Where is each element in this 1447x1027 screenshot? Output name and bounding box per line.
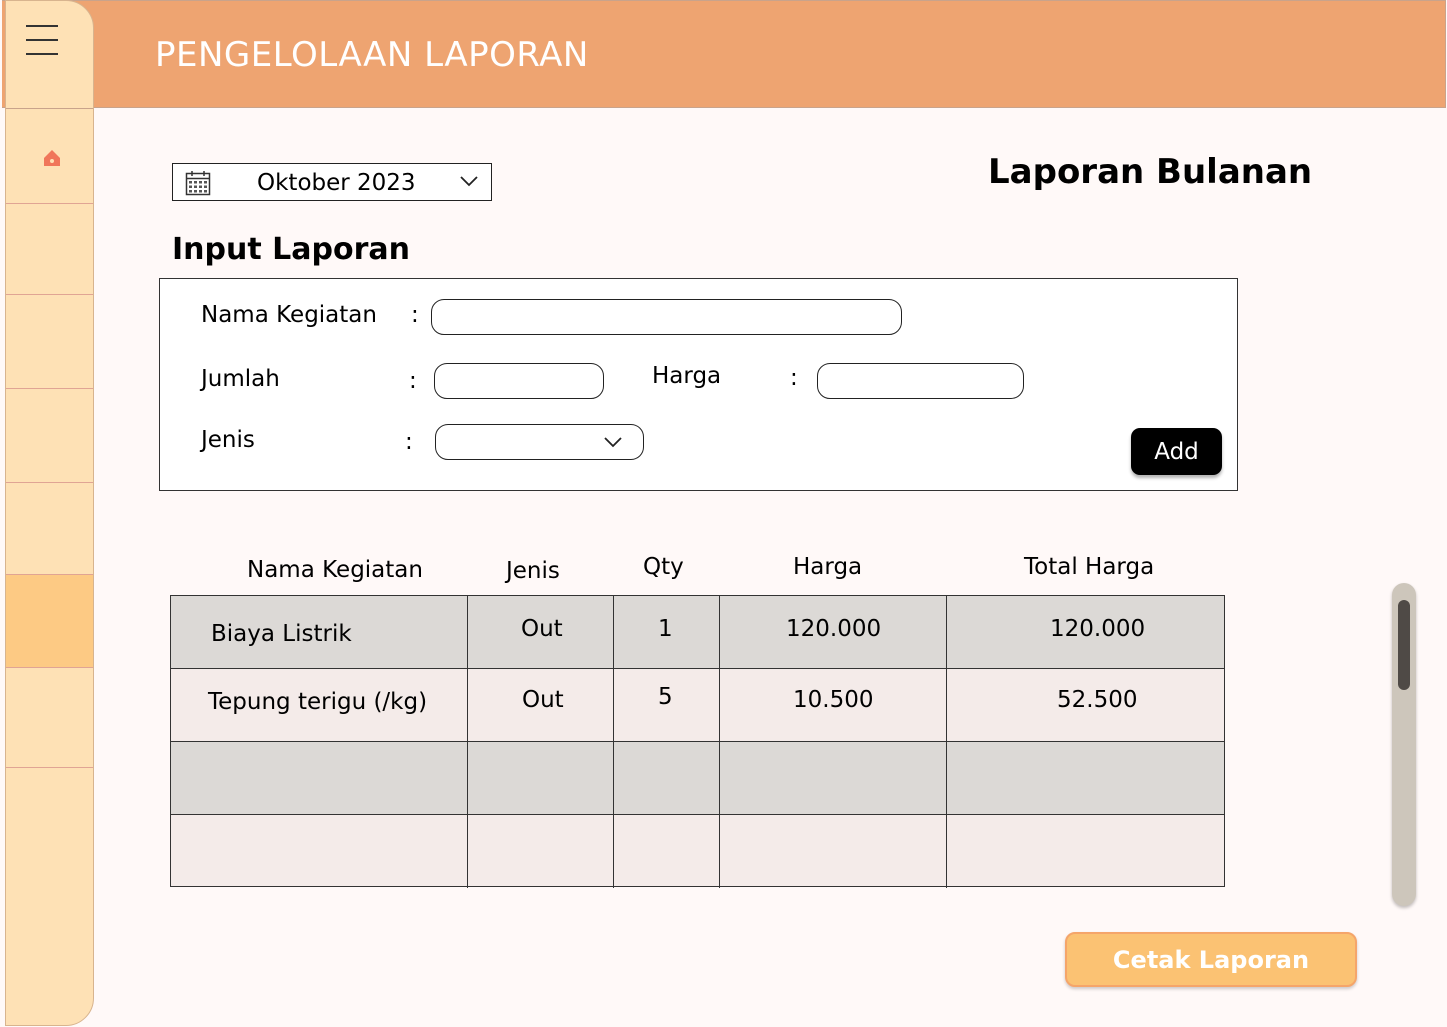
sidebar-item-4[interactable]: [6, 389, 93, 483]
table-row[interactable]: Biaya Listrik Out 1 120.000 120.000: [171, 596, 1224, 669]
cell-total: 52.500: [1057, 687, 1138, 713]
report-table: Biaya Listrik Out 1 120.000 120.000 Tepu…: [170, 595, 1225, 888]
scrollbar-thumb[interactable]: [1398, 600, 1410, 690]
input-form: Nama Kegiatan : Jumlah : Harga : Jenis :: [159, 278, 1238, 491]
jenis-label: Jenis: [201, 427, 255, 453]
cell-jenis: Out: [522, 687, 564, 713]
header-qty: Qty: [643, 554, 684, 580]
cell-qty: 5: [658, 684, 673, 710]
month-picker[interactable]: Oktober 2023: [172, 163, 492, 201]
jumlah-label: Jumlah: [201, 366, 280, 392]
print-report-button[interactable]: Cetak Laporan: [1065, 932, 1357, 987]
jumlah-input[interactable]: [434, 363, 604, 399]
report-title: Laporan Bulanan: [988, 152, 1313, 192]
cell-qty: 1: [658, 616, 673, 642]
column-divider: [946, 596, 947, 888]
page: PENGELOLAAN LAPORAN Oktober 2023 Laporan…: [0, 0, 1447, 1027]
sidebar-item-5[interactable]: [6, 483, 93, 575]
cell-jenis: Out: [521, 616, 563, 642]
cell-total: 120.000: [1050, 616, 1146, 642]
home-icon[interactable]: [41, 147, 63, 169]
sidebar-item-2[interactable]: [6, 204, 93, 295]
cell-harga: 120.000: [786, 616, 882, 642]
cell-nama: Tepung terigu (/kg): [208, 689, 428, 715]
page-title: PENGELOLAAN LAPORAN: [155, 35, 589, 75]
harga-label: Harga: [652, 363, 722, 389]
calendar-icon: [185, 171, 211, 196]
table-row[interactable]: [171, 742, 1224, 815]
add-button[interactable]: Add: [1131, 428, 1222, 475]
colon: :: [405, 429, 413, 455]
column-divider: [467, 596, 468, 888]
app-header: PENGELOLAAN LAPORAN: [2, 0, 1446, 108]
sidebar: [5, 0, 94, 1026]
scrollbar[interactable]: [1392, 583, 1416, 906]
jenis-select[interactable]: [435, 424, 644, 460]
sidebar-item-7[interactable]: [6, 668, 93, 768]
month-value: Oktober 2023: [257, 170, 416, 196]
colon: :: [411, 302, 419, 328]
colon: :: [790, 365, 798, 391]
table-row[interactable]: [171, 815, 1224, 886]
nama-label: Nama Kegiatan: [201, 302, 377, 328]
sidebar-item-3[interactable]: [6, 295, 93, 389]
nama-kegiatan-input[interactable]: [431, 299, 902, 335]
table-row[interactable]: Tepung terigu (/kg) Out 5 10.500 52.500: [171, 669, 1224, 742]
header-nama-kegiatan: Nama Kegiatan: [247, 557, 423, 583]
chevron-down-icon: [604, 437, 622, 448]
cell-harga: 10.500: [793, 687, 874, 713]
header-jenis: Jenis: [506, 558, 560, 584]
hamburger-icon[interactable]: [26, 23, 58, 57]
chevron-down-icon: [460, 176, 478, 187]
column-divider: [719, 596, 720, 888]
cell-nama: Biaya Listrik: [211, 621, 352, 647]
header-harga: Harga: [793, 554, 863, 580]
sidebar-item-laporan[interactable]: [6, 575, 93, 668]
column-divider: [613, 596, 614, 888]
harga-input[interactable]: [817, 363, 1024, 399]
form-title: Input Laporan: [172, 232, 410, 267]
colon: :: [409, 368, 417, 394]
header-total-harga: Total Harga: [1024, 554, 1155, 580]
